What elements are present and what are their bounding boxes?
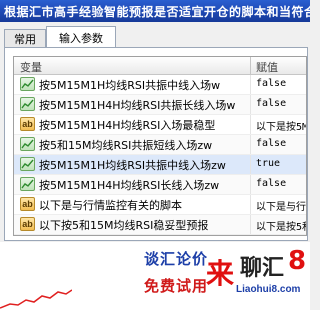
parameter-value[interactable]: 以下是按5M15: [256, 118, 306, 133]
parameter-name: 按5M15M1H均线RSI共振中线入场w: [39, 79, 221, 92]
ad-brand-digit: 8: [288, 246, 307, 276]
parameter-name: 以下按5和15M均线RSI稳妥型预报: [39, 219, 209, 232]
ad-slogan-line2: 免费试用: [143, 277, 208, 295]
parameter-value[interactable]: 以下是按5和1: [256, 218, 306, 233]
parameter-name: 按5和15M均线RSI共振短线入场zw: [39, 139, 213, 152]
ad-slogan-line1: 谈汇论价: [143, 250, 208, 268]
parameter-name: 按5M15M1H均线RSI共振中线入场zw: [39, 159, 226, 172]
parameter-name: 按5M15M1H4H均线RSI入场最稳型: [39, 119, 216, 132]
table-row[interactable]: 按5M15M1H均线RSI共振中线入场zw true: [14, 155, 306, 175]
ad-slogan: 谈汇论价 免费试用: [136, 248, 216, 296]
table-row[interactable]: 按5M15M1H4H均线RSI共振长线入场w false: [14, 95, 306, 115]
cell-divider: [250, 135, 251, 154]
parameter-name: 按5M15M1H4H均线RSI共振长线入场w: [39, 99, 236, 112]
properties-dialog: 常用 输入参数 变量 赋值 按5M15M1H均线RSI共振中线入场w false 按…: [0, 22, 310, 242]
cell-divider: [250, 195, 251, 214]
banner-text: 根据汇市高手经验智能预报是否适宜开仓的脚本和当符合对: [4, 5, 310, 19]
parameter-name: 以下是与行情监控有关的脚本: [39, 199, 182, 212]
tab-input-parameters[interactable]: 输入参数: [46, 26, 116, 48]
ad-brand: 聊汇: [240, 256, 285, 281]
table-row[interactable]: 按5M15M1H均线RSI共振中线入场w false: [14, 75, 306, 95]
column-header-value[interactable]: 赋值: [256, 59, 278, 75]
ad-url[interactable]: Liaohui8.com: [236, 284, 300, 295]
cell-divider: [250, 215, 251, 234]
chart-icon: [20, 137, 35, 151]
table-row[interactable]: ab 按5M15M1H4H均线RSI入场最稳型 以下是按5M15: [14, 115, 306, 135]
mini-price-chart: [0, 242, 72, 310]
parameter-value[interactable]: false: [256, 178, 286, 189]
cell-divider: [250, 175, 251, 194]
table-row[interactable]: ab 以下是与行情监控有关的脚本 以下是与行情: [14, 195, 306, 215]
cell-divider: [250, 115, 251, 134]
title-banner: 根据汇市高手经验智能预报是否适宜开仓的脚本和当符合对: [0, 0, 310, 22]
table-row[interactable]: ab 以下按5和15M均线RSI稳妥型预报 以下是按5和1: [14, 215, 306, 235]
column-header-variable[interactable]: 变量: [20, 59, 42, 75]
parameter-value[interactable]: false: [256, 98, 286, 109]
tab-common[interactable]: 常用: [4, 29, 46, 47]
table-row[interactable]: 按5M15M1H4H均线RSI长线入场zw false: [14, 175, 306, 195]
table-row[interactable]: 按5和15M均线RSI共振短线入场zw false: [14, 135, 306, 155]
parameter-value[interactable]: 以下是与行情: [256, 198, 306, 213]
chart-icon: [20, 157, 35, 171]
parameter-name: 按5M15M1H4H均线RSI长线入场zw: [39, 179, 220, 192]
cell-divider: [250, 95, 251, 114]
ad-mark: 来: [206, 257, 235, 290]
parameter-value[interactable]: false: [256, 138, 286, 149]
parameter-value[interactable]: false: [256, 78, 286, 89]
ab-icon: ab: [20, 197, 35, 211]
tab-panel: 变量 赋值 按5M15M1H均线RSI共振中线入场w false 按5M15M1H4…: [4, 47, 308, 241]
chart-icon: [20, 97, 35, 111]
ad-banner[interactable]: 谈汇论价 免费试用 来 聊汇 8 Liaohui8.com: [0, 242, 310, 310]
cell-divider: [250, 75, 251, 94]
ab-icon: ab: [20, 117, 35, 131]
chart-icon: [20, 77, 35, 91]
cell-divider: [250, 155, 251, 174]
parameters-table: 变量 赋值 按5M15M1H均线RSI共振中线入场w false 按5M15M1H4…: [13, 56, 307, 236]
ab-icon: ab: [20, 217, 35, 231]
column-divider[interactable]: [250, 57, 251, 74]
table-header: 变量 赋值: [14, 57, 306, 75]
parameter-value[interactable]: true: [256, 158, 280, 169]
chart-icon: [20, 177, 35, 191]
